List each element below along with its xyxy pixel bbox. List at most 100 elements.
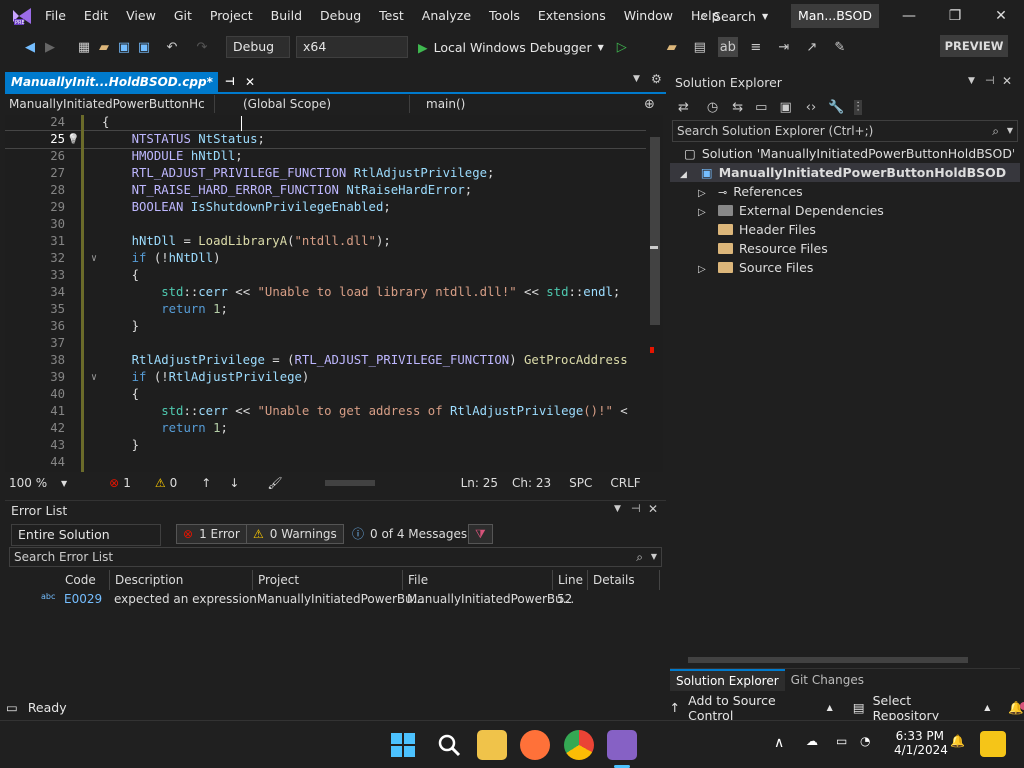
- share-icon[interactable]: ↗: [802, 37, 822, 57]
- notifications-icon[interactable]: 🔔: [1008, 700, 1024, 716]
- code-line[interactable]: 44: [5, 454, 646, 471]
- file-explorer-icon[interactable]: ▰: [662, 37, 682, 57]
- output-icon[interactable]: ▭: [6, 700, 18, 715]
- select-repository-button[interactable]: Select Repository: [873, 693, 979, 723]
- code-view-icon[interactable]: ‹›: [806, 100, 816, 115]
- new-project-icon[interactable]: ▦: [74, 37, 94, 57]
- clock[interactable]: 6:33 PM 4/1/2024: [894, 729, 948, 757]
- save-icon[interactable]: ▣: [114, 37, 134, 57]
- code-line[interactable]: 43 }: [5, 437, 646, 454]
- layout-icon[interactable]: ▤: [690, 37, 710, 57]
- down-arrow-icon[interactable]: ↓: [229, 476, 239, 490]
- notification-bell-icon[interactable]: 🔔: [950, 734, 965, 748]
- history-icon[interactable]: ◷: [707, 100, 718, 115]
- table-row[interactable]: abc E0029 expected an expression Manuall…: [5, 592, 666, 610]
- editor-horizontal-scrollbar[interactable]: [311, 478, 431, 488]
- column-header-line[interactable]: Line: [553, 570, 588, 590]
- zoom-level[interactable]: 100 %: [9, 476, 61, 490]
- tray-icon[interactable]: ☁: [806, 734, 818, 748]
- save-all-icon[interactable]: ▣: [134, 37, 154, 57]
- file-explorer-taskbar-icon[interactable]: [477, 730, 507, 760]
- code-line[interactable]: 30: [5, 216, 646, 233]
- maximize-button[interactable]: ❐: [932, 0, 978, 32]
- configuration-select[interactable]: Debug: [226, 36, 290, 58]
- column-number[interactable]: Ch: 23: [512, 476, 551, 490]
- solution-search-input[interactable]: Search Solution Explorer (Ctrl+;) ⌕ ▼: [672, 120, 1018, 142]
- chevron-up-icon[interactable]: ∧: [774, 735, 784, 751]
- menu-view[interactable]: View: [117, 0, 165, 32]
- menu-extensions[interactable]: Extensions: [529, 0, 615, 32]
- column-header-code[interactable]: Code: [60, 570, 110, 590]
- tree-solution[interactable]: ▢ Solution 'ManuallyInitiatedPowerButtonH…: [684, 144, 1014, 163]
- pin-icon[interactable]: ⊣: [985, 74, 995, 87]
- fold-chevron-icon[interactable]: ∨: [91, 369, 97, 386]
- menu-window[interactable]: Window: [615, 0, 682, 32]
- tab-list-chevron-icon[interactable]: ▼: [633, 74, 640, 84]
- collapse-icon[interactable]: ⇆: [732, 100, 743, 115]
- code-line[interactable]: 29 BOOLEAN IsShutdownPrivilegeEnabled;: [5, 199, 646, 216]
- solution-horizontal-scrollbar[interactable]: [670, 654, 1020, 666]
- code-editor[interactable]: 24 {25 NTSTATUS NtStatus; 💡 26 HMODULE hNtD…: [5, 115, 646, 472]
- redo-icon[interactable]: ↷: [192, 37, 212, 57]
- column-header-project[interactable]: Project: [253, 570, 403, 590]
- forward-icon[interactable]: ▶: [40, 37, 60, 57]
- pin-icon[interactable]: ⊣: [225, 72, 235, 92]
- project-scope-select[interactable]: ManuallyInitiatedPowerButtonHc: [5, 95, 215, 113]
- gear-icon[interactable]: ⚙: [651, 72, 662, 86]
- code-line[interactable]: 40 {: [5, 386, 646, 403]
- show-all-files-icon[interactable]: ▣: [779, 100, 791, 115]
- code-line[interactable]: 34 std::cerr << "Unable to load library …: [5, 284, 646, 301]
- pending-changes-icon[interactable]: ▭: [755, 100, 767, 115]
- split-icon[interactable]: ⊕: [644, 97, 655, 112]
- code-line[interactable]: 31 hNtDll = LoadLibraryA("ntdll.dll");: [5, 233, 646, 250]
- close-window-button[interactable]: ✕: [978, 0, 1024, 32]
- line-ending[interactable]: CRLF: [610, 476, 640, 490]
- menu-build[interactable]: Build: [262, 0, 311, 32]
- menu-project[interactable]: Project: [201, 0, 262, 32]
- code-line[interactable]: 27 RTL_ADJUST_PRIVILEGE_FUNCTION RtlAdju…: [5, 165, 646, 182]
- code-line[interactable]: 25 NTSTATUS NtStatus; 💡: [5, 130, 646, 149]
- warnings-filter-button[interactable]: ⚠ 0 Warnings: [246, 524, 344, 544]
- tab-solution-explorer[interactable]: Solution Explorer: [670, 668, 785, 691]
- code-line[interactable]: 24 {: [5, 115, 646, 131]
- code-line[interactable]: 36 }: [5, 318, 646, 335]
- tree-item-external-dependencies[interactable]: ▷ External Dependencies: [698, 201, 884, 220]
- code-line[interactable]: 42 return 1;: [5, 420, 646, 437]
- align-icon[interactable]: ≡: [746, 37, 766, 57]
- copilot-icon[interactable]: [980, 731, 1006, 757]
- up-arrow-icon[interactable]: ↑: [201, 476, 211, 490]
- code-line[interactable]: 28 NT_RAISE_HARD_ERROR_FUNCTION NtRaiseH…: [5, 182, 646, 199]
- errors-filter-button[interactable]: ⊗ 1 Error: [176, 524, 247, 544]
- tree-item-header-files[interactable]: Header Files: [698, 220, 816, 239]
- messages-filter-button[interactable]: ⓘ 0 of 4 Messages: [345, 524, 474, 544]
- build-filter-icon[interactable]: ⧩: [468, 524, 493, 544]
- error-code-link[interactable]: E0029: [64, 592, 102, 606]
- line-number[interactable]: Ln: 25: [461, 476, 498, 490]
- column-header-details[interactable]: Details: [588, 570, 660, 590]
- column-header-file[interactable]: File: [403, 570, 553, 590]
- visual-studio-taskbar-icon[interactable]: [607, 730, 637, 760]
- scroll-thumb[interactable]: [650, 137, 660, 325]
- tree-item-resource-files[interactable]: Resource Files: [698, 239, 828, 258]
- chevron-down-icon[interactable]: ▼: [968, 76, 975, 86]
- preview-button[interactable]: PREVIEW: [940, 35, 1008, 57]
- fold-chevron-icon[interactable]: ∨: [91, 250, 97, 267]
- open-folder-icon[interactable]: ▰: [94, 37, 114, 57]
- chevron-down-icon[interactable]: ▼: [614, 504, 621, 514]
- search-taskbar-icon[interactable]: [434, 730, 464, 760]
- back-icon[interactable]: ◀: [20, 37, 40, 57]
- close-icon[interactable]: ✕: [648, 502, 658, 516]
- error-count[interactable]: 1: [123, 476, 131, 490]
- lightbulb-icon[interactable]: 💡: [67, 131, 79, 148]
- code-line[interactable]: 32 if (!hNtDll) ∨: [5, 250, 646, 267]
- warning-count[interactable]: 0: [170, 476, 178, 490]
- menu-test[interactable]: Test: [370, 0, 413, 32]
- tree-project[interactable]: ◢ ▣ ManuallyInitiatedPowerButtonHoldBSOD: [670, 163, 1020, 182]
- expand-icon[interactable]: ▷: [698, 260, 718, 279]
- code-line[interactable]: 33 {: [5, 267, 646, 284]
- pin-icon[interactable]: ⊣: [631, 502, 641, 515]
- brush-icon[interactable]: 🖌: [267, 476, 282, 490]
- preview-selected-icon[interactable]: ⫶: [854, 99, 862, 115]
- tab-git-changes[interactable]: Git Changes: [785, 673, 870, 687]
- error-scope-select[interactable]: Entire Solution: [11, 524, 161, 546]
